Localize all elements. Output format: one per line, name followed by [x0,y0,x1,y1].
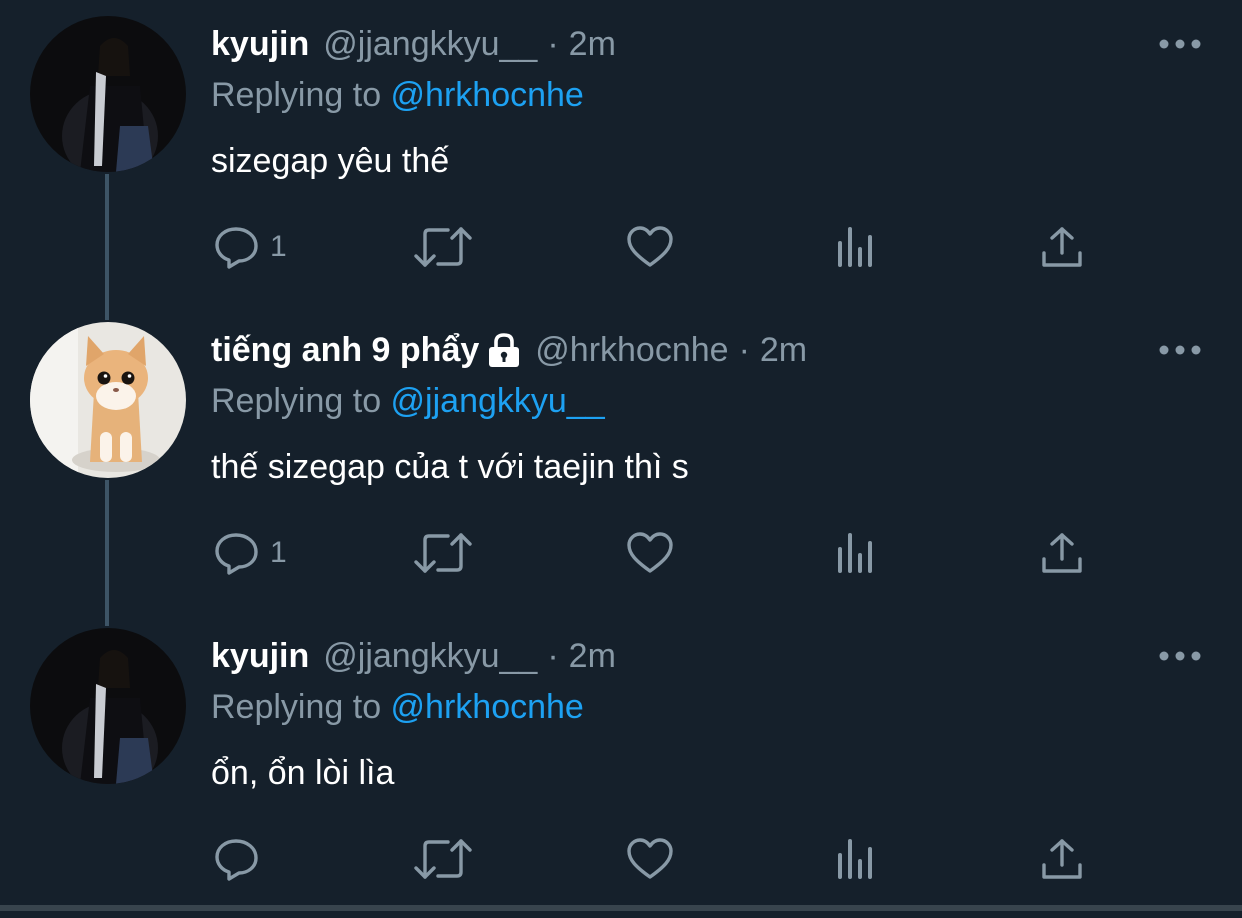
tweet-header: kyujin @jjangkkyu__ · 2m [211,22,616,66]
tweet[interactable]: tiếng anh 9 phẩy @hrkhocnhe · 2m Replyin… [0,306,1242,612]
replying-to-line: Replying to @hrkhocnhe [211,72,584,118]
separator-dot: · [547,637,559,675]
divider [0,905,1242,911]
share-icon [1042,227,1082,267]
retweet-icon [414,533,472,573]
analytics-icon [838,227,872,267]
share-button[interactable] [1040,225,1084,269]
reply-icon [215,533,258,575]
separator-dot: · [547,25,559,63]
display-name[interactable]: kyujin [211,634,309,678]
share-icon [1042,533,1082,573]
reply-button[interactable]: 1 [214,531,287,575]
tweet-header: kyujin @jjangkkyu__ · 2m [211,634,616,678]
like-icon [627,532,673,573]
analytics-button[interactable] [836,531,876,575]
analytics-button[interactable] [836,225,876,269]
separator-dot: · [738,331,750,369]
user-handle[interactable]: @jjangkkyu__ [323,22,537,66]
tweet-text: thế sizegap của t với taejin thì s [211,448,689,486]
replying-to-label: Replying to [211,76,391,114]
share-button[interactable] [1040,837,1084,881]
action-bar: 1 [0,205,1242,285]
reply-icon [215,227,258,269]
reply-count: 1 [270,230,287,263]
like-button[interactable] [626,531,674,575]
retweet-button[interactable] [414,225,472,269]
avatar[interactable] [30,628,186,784]
reply-button[interactable] [214,837,270,881]
tweet-header: tiếng anh 9 phẩy @hrkhocnhe · 2m [211,328,807,372]
timestamp[interactable]: 2m [760,328,807,372]
display-name[interactable]: tiếng anh 9 phẩy [211,328,479,372]
retweet-button[interactable] [414,837,472,881]
mention-link[interactable]: @hrkhocnhe [391,76,584,114]
mention-link[interactable]: @jjangkkyu__ [391,382,605,420]
display-name[interactable]: kyujin [211,22,309,66]
more-icon[interactable] [1158,344,1202,356]
action-bar: 1 [0,511,1242,591]
retweet-button[interactable] [414,531,472,575]
tweet-text: sizegap yêu thế [211,142,450,180]
analytics-button[interactable] [836,837,876,881]
analytics-icon [838,533,872,573]
tweet[interactable]: kyujin @jjangkkyu__ · 2m Replying to @hr… [0,612,1242,918]
lock-icon [489,333,520,367]
user-handle[interactable]: @hrkhocnhe [535,328,728,372]
tweet-text: ổn, ổn lòi lìa [211,754,395,792]
like-button[interactable] [626,225,674,269]
retweet-icon [414,227,472,267]
tweet[interactable]: kyujin @jjangkkyu__ · 2m Replying to @hr… [0,0,1242,306]
like-button[interactable] [626,837,674,881]
like-icon [627,226,673,267]
replying-to-line: Replying to @hrkhocnhe [211,684,584,730]
timestamp[interactable]: 2m [569,22,616,66]
analytics-icon [838,839,872,879]
replying-to-label: Replying to [211,382,391,420]
share-icon [1042,839,1082,879]
timestamp[interactable]: 2m [569,634,616,678]
avatar[interactable] [30,16,186,172]
share-button[interactable] [1040,531,1084,575]
reply-count: 1 [270,536,287,569]
retweet-icon [414,839,472,879]
avatar[interactable] [30,322,186,478]
reply-icon [215,839,258,881]
replying-to-label: Replying to [211,688,391,726]
reply-button[interactable]: 1 [214,225,287,269]
more-icon[interactable] [1158,650,1202,662]
like-icon [627,838,673,879]
user-handle[interactable]: @jjangkkyu__ [323,634,537,678]
action-bar [0,817,1242,897]
replying-to-line: Replying to @jjangkkyu__ [211,378,605,424]
mention-link[interactable]: @hrkhocnhe [391,688,584,726]
more-icon[interactable] [1158,38,1202,50]
